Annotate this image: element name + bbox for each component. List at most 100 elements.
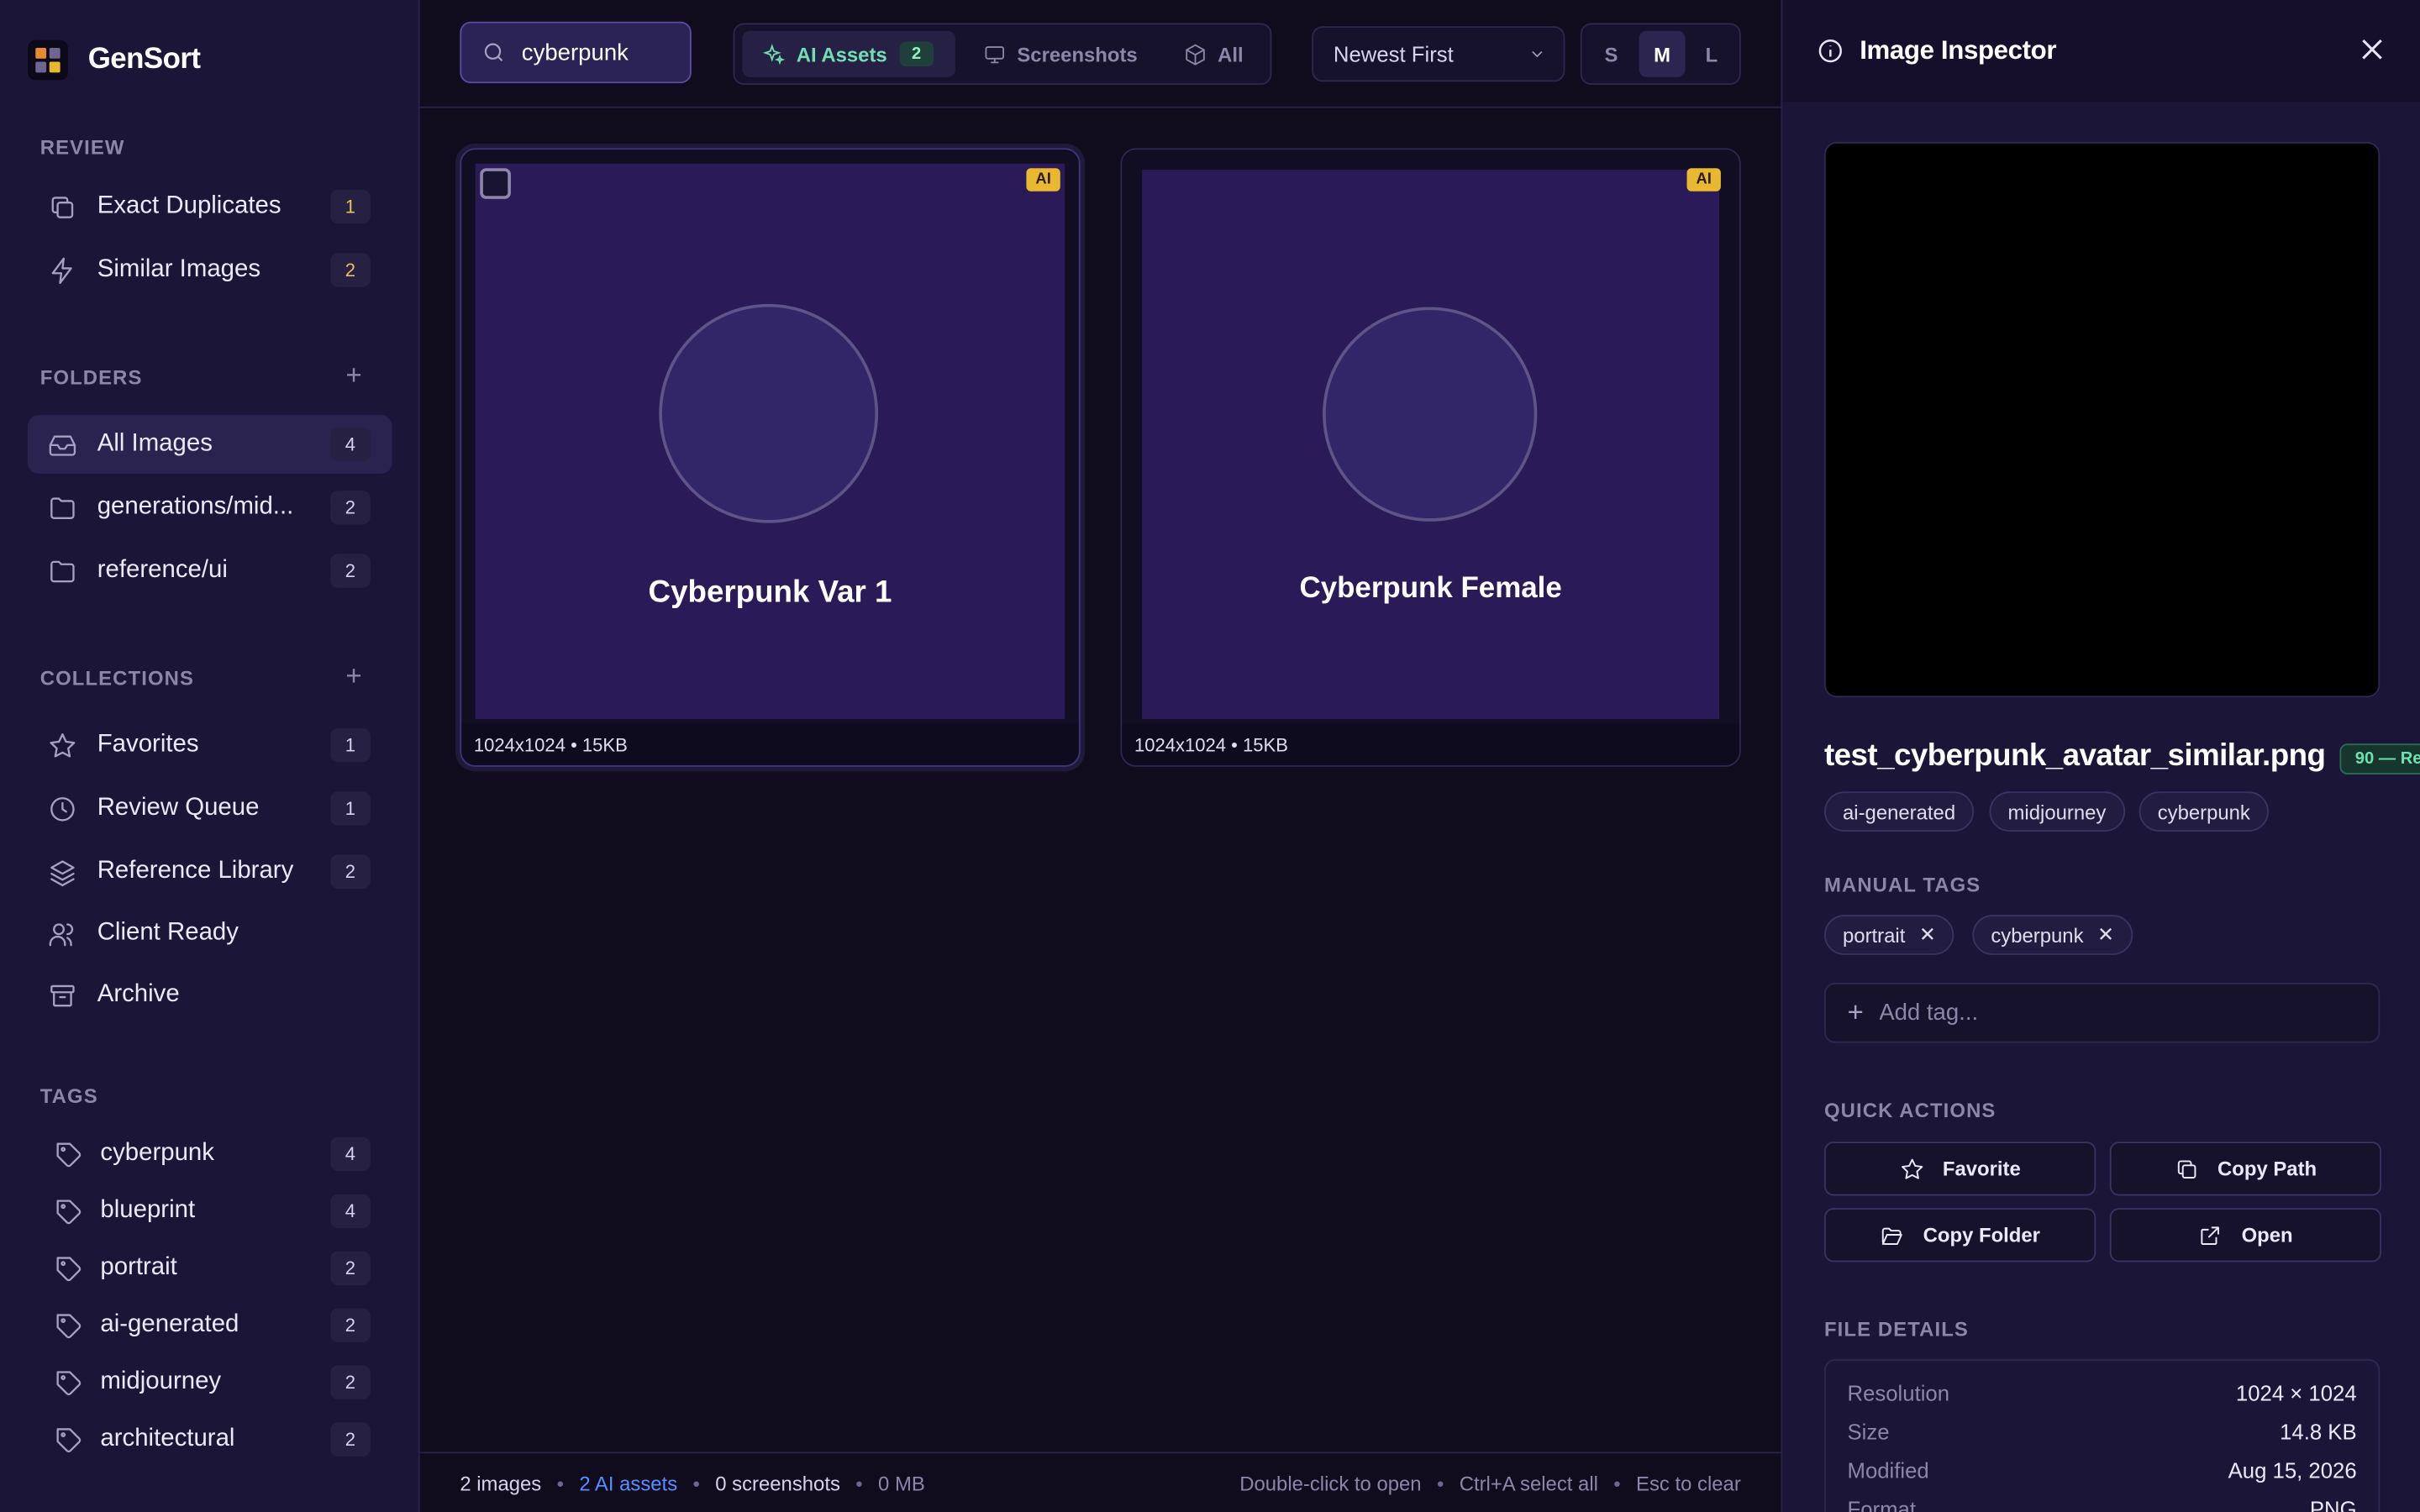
sidebar-item-label: Archive [97,981,180,1008]
thumbnail: Cyberpunk Var 1 [475,163,1065,719]
count-badge: 2 [330,854,371,889]
sidebar-item-client-ready[interactable]: Client Ready [28,904,392,963]
favorite-button[interactable]: Favorite [1823,1142,2096,1196]
sidebar-tag-midjourney[interactable]: midjourney 2 [28,1353,392,1412]
size-large-button[interactable]: L [1688,31,1734,77]
copy-icon [46,192,77,223]
detail-key: Size [1847,1419,1890,1445]
remove-tag-icon[interactable]: ✕ [2097,922,2114,947]
users-icon [46,918,77,949]
button-label: Copy Path [2217,1157,2317,1181]
auto-tag-chip[interactable]: cyberpunk [2139,791,2269,832]
sidebar-item-label: Reference Library [97,858,294,885]
sidebar-item-generations[interactable]: generations/mid... 2 [28,478,392,537]
sidebar-item-favorites[interactable]: Favorites 1 [28,716,392,774]
detail-row-size: Size 14.8 KB [1848,1420,2357,1451]
image-card[interactable]: Cyberpunk Female AI 1024x1024 • 15KB [1120,148,1741,767]
sidebar-item-archive[interactable]: Archive [28,966,392,1025]
folder-icon [46,492,77,523]
sidebar-tag-ai-generated[interactable]: ai-generated 2 [28,1296,392,1355]
tag-icon [52,1252,83,1284]
sidebar-item-label: architectural [100,1425,235,1452]
open-button[interactable]: Open [2109,1208,2382,1263]
detail-key: Resolution [1847,1380,1950,1406]
remove-tag-icon[interactable]: ✕ [1919,922,1936,947]
sidebar-item-reference-ui[interactable]: reference/ui 2 [28,542,392,601]
manual-tag-chip[interactable]: cyberpunk ✕ [1972,915,2133,955]
sidebar-tag-portrait[interactable]: portrait 2 [28,1239,392,1298]
sidebar-item-label: portrait [100,1254,177,1281]
sidebar-item-all-images[interactable]: All Images 4 [28,415,392,474]
logo-icon [28,39,68,81]
detail-row-format: Format PNG [1848,1497,2357,1512]
tag-label: cyberpunk [1991,923,2084,947]
sidebar-item-label: Review Queue [97,794,260,822]
sidebar-tag-cyberpunk[interactable]: cyberpunk 4 [28,1125,392,1184]
file-name: test_cyberpunk_avatar_similar.png [1823,738,2326,774]
ai-badge: AI [1686,168,1721,192]
status-ai-assets-link[interactable]: 2 AI assets [579,1471,677,1494]
image-inspector: Image Inspector test_cyberpunk_avatar_si… [1781,0,2420,1512]
add-tag-field[interactable]: + [1823,982,2381,1043]
sidebar-item-reference-library[interactable]: Reference Library 2 [28,843,392,901]
sidebar-item-label: cyberpunk [100,1140,214,1167]
sidebar-tag-blueprint[interactable]: blueprint 4 [28,1182,392,1241]
info-icon [1817,37,1844,65]
copy-path-button[interactable]: Copy Path [2109,1142,2382,1196]
sidebar-item-label: generations/mid... [97,493,294,520]
add-tag-input[interactable] [1879,1000,2343,1026]
app-logo[interactable]: GenSort [28,39,201,81]
count-badge: 2 [330,554,371,588]
search-input[interactable] [521,39,676,66]
count-badge: 2 [330,491,371,525]
size-medium-button[interactable]: M [1639,30,1686,77]
star-icon [46,730,77,761]
keyboard-hints: Double-click to open • Ctrl+A select all… [1239,1471,1741,1494]
copy-folder-button[interactable]: Copy Folder [1823,1208,2096,1263]
toolbar: AI Assets 2 Screenshots All Newest First… [419,0,1781,108]
filter-screenshots[interactable]: Screenshots [983,31,1138,77]
thumbnail-size-group: S M L [1580,23,1741,86]
search-box[interactable] [460,21,692,84]
sidebar-item-label: blueprint [100,1197,196,1224]
sidebar-item-label: Favorites [97,731,199,758]
folders-section-title: FOLDERS [39,365,143,389]
similarity-score-badge: 90 — Re [2339,743,2420,775]
sidebar-item-label: midjourney [100,1368,222,1395]
close-inspector-button[interactable] [2357,34,2388,65]
count-badge: 2 [330,1251,371,1285]
sidebar-item-exact-duplicates[interactable]: Exact Duplicates 1 [28,177,392,236]
tag-label: portrait [1843,923,1906,947]
tag-icon [52,1424,83,1455]
auto-tag-chip[interactable]: ai-generated [1823,791,1975,832]
avatar-circle [659,303,879,523]
sidebar-tag-architectural[interactable]: architectural 2 [28,1410,392,1469]
inbox-icon [46,429,77,460]
manual-tag-chip[interactable]: portrait ✕ [1823,915,1954,955]
count-badge: 4 [330,1137,371,1172]
auto-tag-chip[interactable]: midjourney [1989,791,2125,832]
filter-all[interactable]: All [1184,31,1244,77]
sidebar-item-similar-images[interactable]: Similar Images 2 [28,241,392,300]
type-filter-group: AI Assets 2 Screenshots All [733,23,1272,86]
image-preview[interactable] [1823,141,2381,698]
count-badge: 1 [330,791,371,826]
thumbnail: Cyberpunk Female [1142,170,1720,719]
app-name: GenSort [87,43,201,76]
archive-icon [46,979,77,1011]
size-small-button[interactable]: S [1588,31,1634,77]
tag-icon [52,1310,83,1341]
box-icon [1186,43,1205,65]
add-folder-button[interactable]: + [345,361,361,389]
select-checkbox[interactable] [480,168,511,199]
star-icon [1901,1158,1923,1179]
add-collection-button[interactable]: + [345,662,361,690]
detail-value: Aug 15, 2026 [2228,1457,2357,1483]
sort-select[interactable]: Newest First [1312,26,1565,82]
filter-ai-assets[interactable]: AI Assets 2 [742,30,955,77]
button-label: Open [2241,1223,2293,1247]
sidebar-item-review-queue[interactable]: Review Queue 1 [28,780,392,838]
detail-row-resolution: Resolution 1024 × 1024 [1848,1381,2357,1412]
sidebar-item-label: Exact Duplicates [97,192,281,219]
image-card[interactable]: Cyberpunk Var 1 AI 1024x1024 • 15KB [460,148,1081,767]
